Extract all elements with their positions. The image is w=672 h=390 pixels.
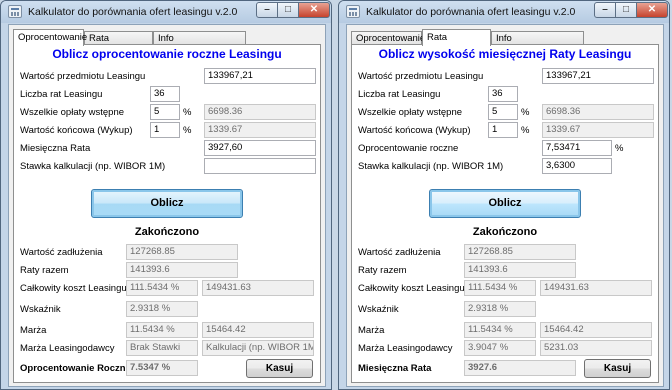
asset-value-input[interactable]: 133967,21 (542, 68, 654, 84)
form-heading: Oblicz oprocentowanie roczne Leasingu (52, 47, 282, 61)
total-installments-label: Raty razem (20, 265, 69, 276)
asset-value-input[interactable]: 133967,21 (204, 68, 316, 84)
close-icon[interactable]: ✕ (636, 2, 668, 18)
initial-fees-input[interactable]: 5 (150, 104, 180, 120)
margin-label: Marża (358, 325, 385, 336)
calculation-rate-input[interactable]: 3,6300 (542, 158, 612, 174)
final-value-label: Wartość końcowa (Wykup) (358, 125, 471, 136)
total-cost-amount-field: 149431.63 (540, 280, 652, 296)
ratio-field: 2.9318 % (464, 301, 536, 317)
lessor-margin-percent-field: 3.9047 % (464, 340, 536, 356)
lessor-margin-label: Marża Leasingodawcy (358, 343, 453, 354)
status-text: Zakończono (134, 226, 200, 238)
debt-value-field: 127268.85 (464, 244, 576, 260)
initial-fees-amount: 6698.36 (204, 104, 316, 120)
installments-count-input[interactable]: 36 (150, 86, 180, 102)
asset-value-label: Wartość przedmiotu Leasingu (358, 71, 484, 82)
annual-interest-label: Oprocentowanie Roczne (20, 363, 131, 374)
app-icon (8, 5, 22, 18)
window-title: Kalkulator do porównania ofert leasingu … (366, 6, 576, 18)
debt-value-label: Wartość zadłużenia (20, 247, 103, 258)
close-icon[interactable]: ✕ (298, 2, 330, 18)
final-value-label: Wartość końcowa (Wykup) (20, 125, 133, 136)
total-installments-field: 141393.6 (464, 262, 576, 278)
maximize-icon[interactable]: □ (277, 2, 299, 18)
annual-interest-field: 7.5347 % (126, 360, 198, 376)
annual-interest-input-label: Oprocentowanie roczne (358, 143, 459, 154)
lessor-margin-label: Marża Leasingodawcy (20, 343, 115, 354)
window-title: Kalkulator do porównania ofert leasingu … (28, 6, 238, 18)
total-installments-field: 141393.6 (126, 262, 238, 278)
status-text: Zakończono (472, 226, 538, 238)
installments-count-input[interactable]: 36 (488, 86, 518, 102)
debt-value-field: 127268.85 (126, 244, 238, 260)
annual-interest-unit: % (615, 143, 624, 154)
asset-value-label: Wartość przedmiotu Leasingu (20, 71, 146, 82)
form-heading: Oblicz wysokość miesięcznej Raty Leasing… (378, 47, 632, 61)
clear-button[interactable]: Kasuj (584, 359, 651, 378)
monthly-installment-result-field: 3927.6 (464, 360, 576, 376)
tab-info[interactable]: Info (491, 31, 584, 45)
lessor-margin-amount-field: 5231.03 (540, 340, 652, 356)
margin-amount-field: 15464.42 (202, 322, 314, 338)
title-bar[interactable]: Kalkulator do porównania ofert leasingu … (339, 1, 669, 23)
debt-value-label: Wartość zadłużenia (358, 247, 441, 258)
calculation-rate-input[interactable] (204, 158, 316, 174)
final-value-input[interactable]: 1 (488, 122, 518, 138)
title-bar[interactable]: Kalkulator do porównania ofert leasingu … (1, 1, 331, 23)
final-value-unit: % (183, 125, 192, 136)
clear-button[interactable]: Kasuj (246, 359, 313, 378)
final-value-unit: % (521, 125, 530, 136)
calculate-button[interactable]: Oblicz (91, 189, 243, 218)
calculator-window-installment: Kalkulator do porównania ofert leasingu … (338, 0, 670, 390)
total-cost-label: Całkowity koszt Leasingu (20, 283, 127, 294)
tab-rata[interactable]: Rata (422, 29, 491, 46)
tab-panel-oprocentowanie: Oblicz oprocentowanie roczne Leasingu Wa… (13, 44, 321, 383)
monthly-installment-result-label: Miesięczna Rata (358, 363, 432, 374)
initial-fees-unit: % (183, 107, 192, 118)
calculate-button[interactable]: Oblicz (429, 189, 581, 218)
initial-fees-label: Wszelkie opłaty wstępne (358, 107, 463, 118)
calculator-window-interest: Kalkulator do porównania ofert leasingu … (0, 0, 332, 390)
minimize-icon[interactable]: – (594, 2, 616, 18)
initial-fees-amount: 6698.36 (542, 104, 654, 120)
calculation-rate-label: Stawka kalkulacji (np. WIBOR 1M) (20, 161, 166, 172)
total-cost-label: Całkowity koszt Leasingu (358, 283, 465, 294)
calculation-rate-label: Stawka kalkulacji (np. WIBOR 1M) (358, 161, 504, 172)
margin-percent-field: 11.5434 % (126, 322, 198, 338)
lessor-margin-percent-field: Brak Stawki (126, 340, 198, 356)
total-installments-label: Raty razem (358, 265, 407, 276)
monthly-installment-input[interactable]: 3927,60 (204, 140, 316, 156)
margin-label: Marża (20, 325, 47, 336)
lessor-margin-amount-field: Kalkulacji (np. WIBOR 1M) (202, 340, 314, 356)
tab-panel-rata: Oblicz wysokość miesięcznej Raty Leasing… (351, 44, 659, 383)
monthly-installment-label: Miesięczna Rata (20, 143, 91, 154)
total-cost-amount-field: 149431.63 (202, 280, 314, 296)
margin-percent-field: 11.5434 % (464, 322, 536, 338)
initial-fees-input[interactable]: 5 (488, 104, 518, 120)
total-cost-percent-field: 111.5434 % (464, 280, 536, 296)
installments-count-label: Liczba rat Leasingu (20, 89, 103, 100)
tab-oprocentowanie[interactable]: Oprocentowanie (13, 29, 87, 46)
final-value-amount: 1339.67 (542, 122, 654, 138)
margin-amount-field: 15464.42 (540, 322, 652, 338)
tab-info[interactable]: Info (153, 31, 246, 45)
tab-oprocentowanie[interactable]: Oprocentowanie (351, 31, 425, 45)
window-client-area: Oprocentowanie Rata Info Oblicz oprocent… (8, 24, 326, 387)
ratio-label: Wskaźnik (20, 304, 61, 315)
installments-count-label: Liczba rat Leasingu (358, 89, 441, 100)
final-value-input[interactable]: 1 (150, 122, 180, 138)
initial-fees-label: Wszelkie opłaty wstępne (20, 107, 125, 118)
app-icon (346, 5, 360, 18)
window-client-area: Oprocentowanie Rata Info Oblicz wysokość… (346, 24, 664, 387)
initial-fees-unit: % (521, 107, 530, 118)
minimize-icon[interactable]: – (256, 2, 278, 18)
ratio-field: 2.9318 % (126, 301, 198, 317)
tab-rata[interactable]: Rata (84, 31, 153, 45)
annual-interest-input[interactable]: 7,53471 (542, 140, 612, 156)
maximize-icon[interactable]: □ (615, 2, 637, 18)
total-cost-percent-field: 111.5434 % (126, 280, 198, 296)
final-value-amount: 1339.67 (204, 122, 316, 138)
ratio-label: Wskaźnik (358, 304, 399, 315)
